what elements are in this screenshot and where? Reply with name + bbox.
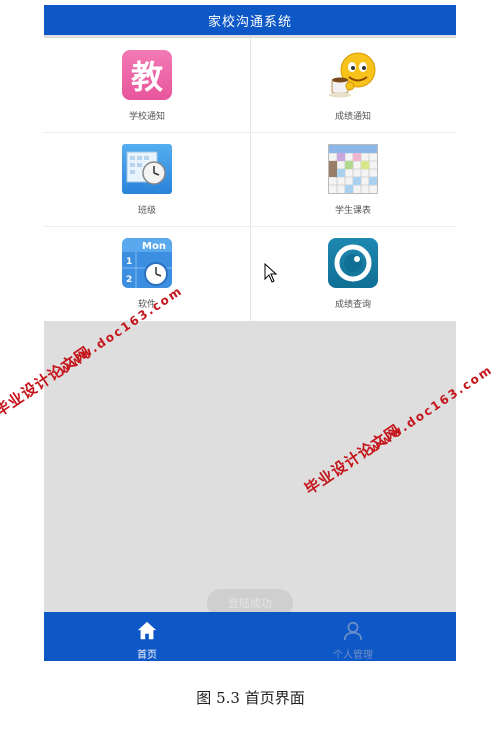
timetable-grid-icon [328,144,378,194]
grid-item-grade-query[interactable]: 成绩查询 [250,226,456,320]
grid-item-label: 学生课表 [334,206,371,216]
tab-home[interactable]: 首页 [44,612,250,661]
smiley-coffee-icon [328,50,378,100]
alarm-calendar-icon: Mon 1 2 [122,238,172,288]
app-title: 家校沟通系统 [207,14,292,30]
app-header: 家校沟通系统 [44,5,456,35]
svg-text:2: 2 [126,275,132,285]
mouse-cursor-icon [264,263,278,283]
calendar-clock-icon [122,144,172,194]
feature-grid: 教 学校通知 成绩通知 班级 学生课表 Mon 1 2 软件 成绩查询 [44,38,456,321]
grid-item-school-notice[interactable]: 教 学校通知 [44,38,250,132]
grid-item-label: 班级 [137,206,156,216]
svg-text:Mon: Mon [142,241,166,252]
grid-item-timetable[interactable]: 学生课表 [250,132,456,226]
grid-item-label: 成绩查询 [334,300,371,310]
tab-label: 首页 [137,650,157,661]
grid-item-label: 成绩通知 [334,112,371,122]
figure-caption: 图 5.3 首页界面 [196,689,305,707]
tab-label: 个人管理 [333,650,373,661]
eye-icon [328,238,378,288]
grid-item-class[interactable]: 班级 [44,132,250,226]
grid-item-label: 软件 [137,300,156,310]
grid-item-software[interactable]: Mon 1 2 软件 [44,226,250,320]
grid-item-label: 学校通知 [128,112,165,122]
person-icon [343,621,363,641]
grid-item-grade-notice[interactable]: 成绩通知 [250,38,456,132]
jiao-character-icon: 教 [122,50,172,100]
phone-screen: 家校沟通系统 教 学校通知 成绩通知 班级 学生课表 Mon 1 2 软件 成绩… [44,5,456,661]
home-icon [137,621,157,640]
tab-personal-management[interactable]: 个人管理 [250,612,456,661]
svg-text:1: 1 [126,257,132,267]
bottom-tab-bar: 首页 个人管理 [44,612,456,661]
